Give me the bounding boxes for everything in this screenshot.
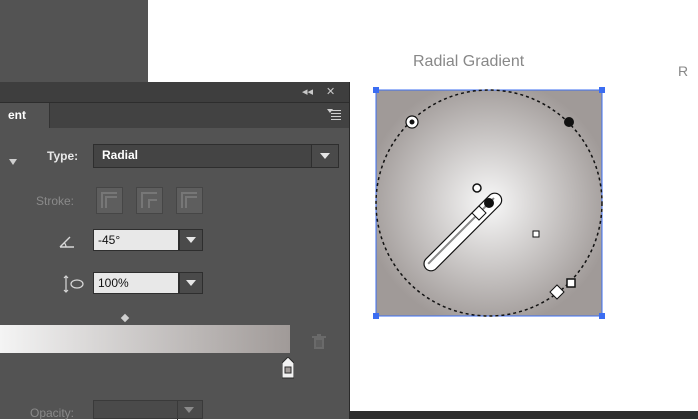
selection-handle[interactable] [373,313,379,319]
background-dark-area [0,0,148,82]
type-select-value: Radial [102,148,139,162]
bottom-divider [350,411,698,419]
aspect-ratio-dropdown-button[interactable] [179,272,203,294]
artboard-title: Radial Gradient [413,53,525,70]
artboard-title-next: R [678,63,689,79]
panel-titlebar[interactable]: ◂◂ ✕ [0,82,349,103]
gradient-slider[interactable] [0,325,290,353]
stroke-label: Stroke: [36,194,75,208]
chevron-down-icon [177,401,202,420]
gradient-radius-handle[interactable] [564,117,574,127]
aspect-ratio-input[interactable]: 100% [93,272,179,294]
angle-dropdown-button[interactable] [179,229,203,251]
angle-input[interactable]: -45° [93,229,179,251]
tab-gradient[interactable]: ent [0,103,50,128]
stroke-along-button [136,187,163,214]
radial-gradient-artwork[interactable] [370,84,610,322]
annotator-center-dot[interactable] [484,198,494,208]
selection-handle[interactable] [599,87,605,93]
aspect-ratio-icon [63,275,84,293]
type-select[interactable]: Radial [93,144,339,168]
stroke-within-icon [101,192,117,208]
collapse-panel-icon[interactable]: ◂◂ [302,85,313,99]
angle-icon [59,236,74,248]
annotator-end-handle[interactable] [566,278,576,288]
tab-gradient-label: ent [8,108,26,122]
expand-options-icon[interactable] [8,158,18,166]
trash-icon[interactable] [312,334,326,350]
panel-menu-icon[interactable] [327,109,341,121]
chevron-down-icon [311,145,338,167]
stroke-across-icon [181,192,197,208]
type-label: Type: [47,149,79,163]
annotator-origin-circle[interactable] [472,183,482,193]
selection-handle[interactable] [373,87,379,93]
stroke-along-icon [141,192,157,208]
close-panel-icon[interactable]: ✕ [326,85,335,99]
stroke-across-button [176,187,203,214]
selection-handle[interactable] [599,313,605,319]
opacity-label: Opacity: [30,406,75,420]
gradient-panel: ◂◂ ✕ ent Type: Radial Stroke: -45° 100% … [0,82,350,420]
opacity-combo [93,400,203,420]
annotator-midpoint[interactable] [532,230,540,238]
panel-tab-row: ent [0,103,349,128]
stroke-within-button [96,187,123,214]
gradient-stop[interactable] [282,357,294,379]
gradient-midpoint-diamond[interactable] [120,313,130,323]
